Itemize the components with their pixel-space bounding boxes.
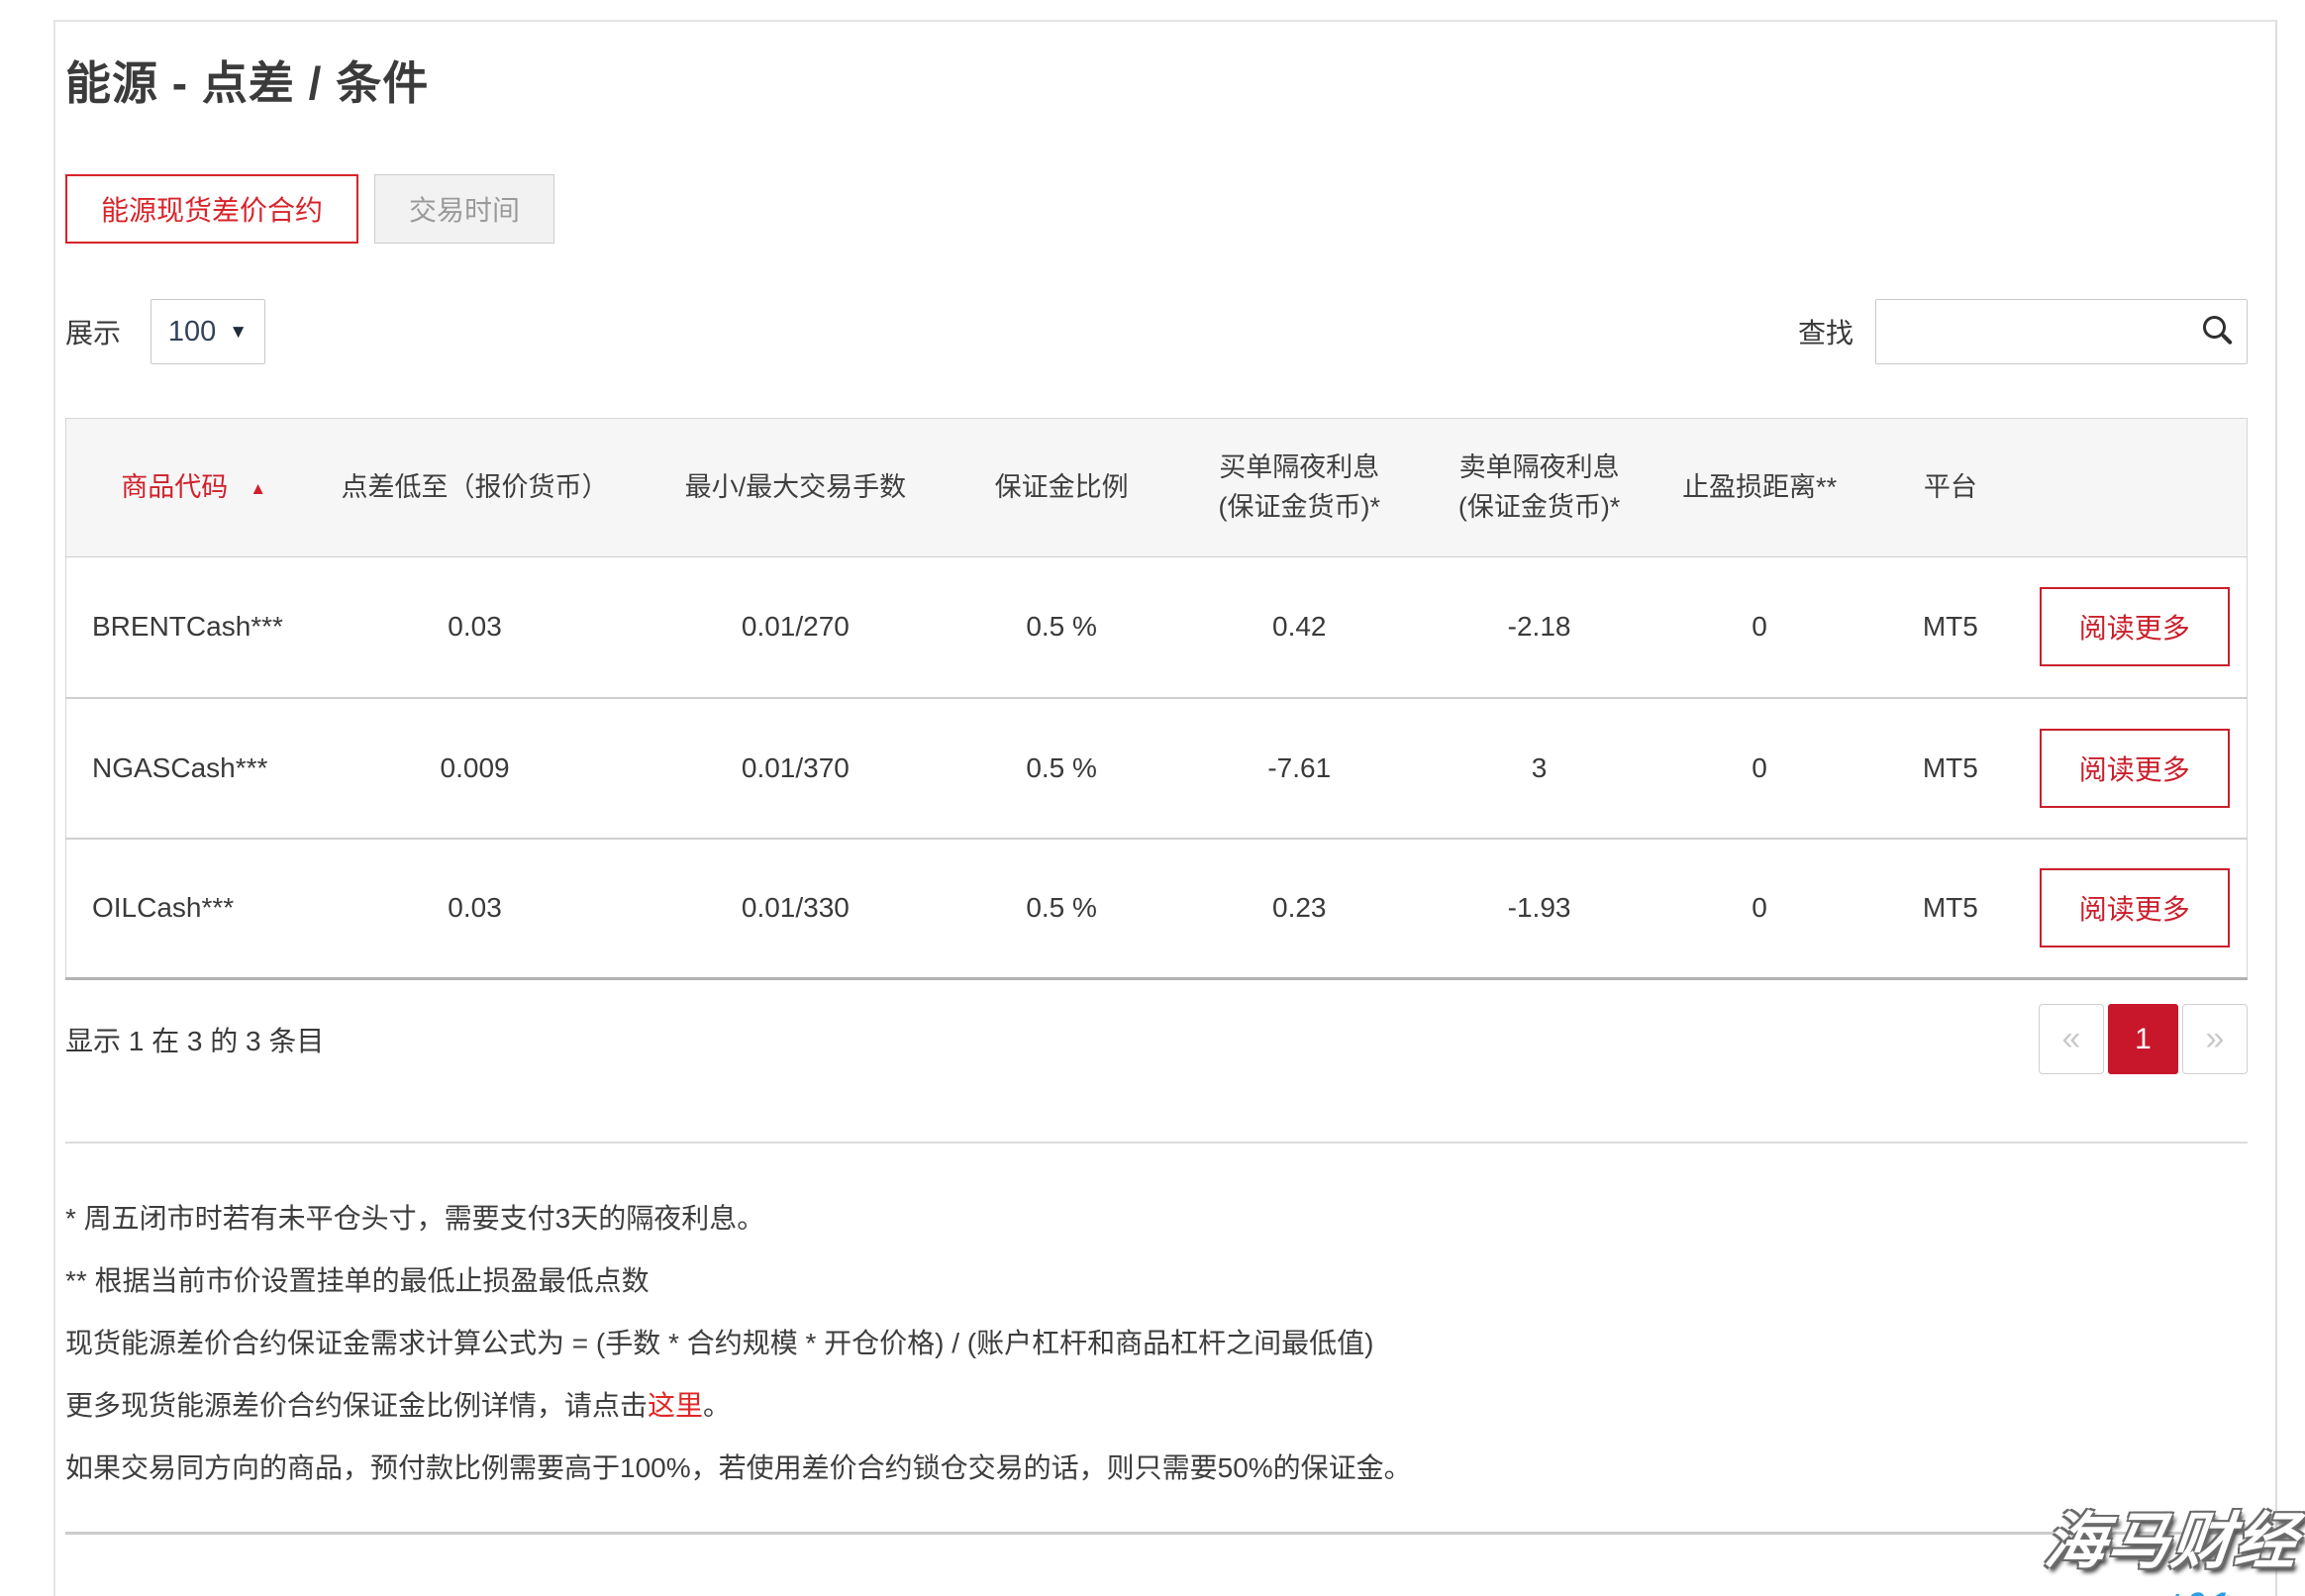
read-more-button[interactable]: 阅读更多 xyxy=(2040,868,2230,948)
bottom-divider xyxy=(65,1532,2248,1535)
search-control: 查找 xyxy=(1798,299,2248,364)
cell-margin: 0.5 % xyxy=(962,698,1160,839)
column-header-symbol[interactable]: 商品代码 ▲ xyxy=(66,419,322,557)
column-header-margin[interactable]: 保证金比例 xyxy=(962,419,1160,557)
footnotes: * 周五闭市时若有未平仓头寸，需要支付3天的隔夜利息。 ** 根据当前市价设置挂… xyxy=(65,1203,2248,1484)
page-title: 能源 - 点差 / 条件 xyxy=(65,48,2248,113)
cell-stop-distance: 0 xyxy=(1641,557,1878,698)
footnote-margin-details-text: 更多现货能源差价合约保证金比例详情，请点击 xyxy=(65,1390,648,1421)
cell-spread: 0.03 xyxy=(321,839,629,979)
column-header-swap-short-label: 卖单隔夜利息 xyxy=(1438,449,1641,487)
cell-spread: 0.009 xyxy=(321,698,629,839)
column-header-stop-distance[interactable]: 止盈损距离** xyxy=(1641,419,1878,557)
search-icon xyxy=(2203,316,2226,339)
footnote-stop-levels: ** 根据当前市价设置挂单的最低止损盈最低点数 xyxy=(65,1265,2248,1297)
read-more-button[interactable]: 阅读更多 xyxy=(2040,587,2230,666)
table-row-brentcash: BRENTCash*** 0.03 0.01/270 0.5 % 0.42 -2… xyxy=(66,557,2248,698)
cell-swap-short: 3 xyxy=(1438,698,1641,839)
column-header-swap-long-label: 买单隔夜利息 xyxy=(1160,449,1438,487)
cell-symbol: NGASCash*** xyxy=(66,698,322,839)
footnote-margin-details-suffix: 。 xyxy=(703,1390,731,1421)
watermark-site-url: zzrt01.cn xyxy=(2042,1586,2299,1596)
show-label: 展示 xyxy=(65,312,121,351)
entries-info: 显示 1 在 3 的 3 条目 xyxy=(65,1020,324,1059)
column-header-swap-long[interactable]: 买单隔夜利息 (保证金货币)* xyxy=(1160,419,1438,557)
pagination-current-page[interactable]: 1 xyxy=(2108,1004,2178,1074)
cell-platform: MT5 xyxy=(1878,698,2022,839)
pagination: « 1 » xyxy=(2039,1004,2248,1074)
pagination-prev-button[interactable]: « xyxy=(2039,1004,2104,1074)
column-header-swap-short[interactable]: 卖单隔夜利息 (保证金货币)* xyxy=(1438,419,1641,557)
here-link[interactable]: 这里 xyxy=(648,1390,703,1421)
main-content: 能源 - 点差 / 条件 能源现货差价合约 交易时间 展示 100 ▼ 查找 xyxy=(65,40,2248,1535)
cell-stop-distance: 0 xyxy=(1641,839,1878,979)
column-header-swap-long-sub: (保证金货币)* xyxy=(1160,488,1438,527)
sort-ascending-icon: ▲ xyxy=(250,477,266,502)
cell-actions: 阅读更多 xyxy=(2023,839,2248,979)
cell-spread: 0.03 xyxy=(321,557,629,698)
cell-symbol: BRENTCash*** xyxy=(66,557,322,698)
table-controls: 展示 100 ▼ 查找 xyxy=(65,299,2248,364)
column-header-lots[interactable]: 最小/最大交易手数 xyxy=(629,419,962,557)
cell-platform: MT5 xyxy=(1878,557,2022,698)
column-header-symbol-label: 商品代码 xyxy=(121,472,228,502)
column-header-spread[interactable]: 点差低至（报价货币） xyxy=(321,419,629,557)
table-footer: 显示 1 在 3 的 3 条目 « 1 » xyxy=(65,1004,2248,1074)
cell-swap-short: -1.93 xyxy=(1438,839,1641,979)
page-length-value: 100 xyxy=(168,316,216,349)
footnote-margin-formula: 现货能源差价合约保证金需求计算公式为 = (手数 * 合约规模 * 开仓价格) … xyxy=(65,1328,2248,1359)
pagination-next-button[interactable]: » xyxy=(2182,1004,2248,1074)
search-field-wrap xyxy=(1875,299,2248,364)
cell-swap-long: -7.61 xyxy=(1160,698,1438,839)
chevron-down-icon: ▼ xyxy=(229,323,248,342)
column-header-actions xyxy=(2023,419,2248,557)
page-length-select[interactable]: 100 ▼ xyxy=(150,299,265,364)
column-header-swap-short-sub: (保证金货币)* xyxy=(1438,488,1641,527)
cell-platform: MT5 xyxy=(1878,839,2022,979)
read-more-button[interactable]: 阅读更多 xyxy=(2040,729,2230,808)
cell-swap-long: 0.42 xyxy=(1160,557,1438,698)
table-row-oilcash: OILCash*** 0.03 0.01/330 0.5 % 0.23 -1.9… xyxy=(66,839,2248,979)
table-row-ngascash: NGASCash*** 0.009 0.01/370 0.5 % -7.61 3… xyxy=(66,698,2248,839)
column-header-platform[interactable]: 平台 xyxy=(1878,419,2022,557)
tab-trading-hours[interactable]: 交易时间 xyxy=(374,174,554,244)
cell-lots: 0.01/370 xyxy=(629,698,962,839)
cell-lots: 0.01/270 xyxy=(629,557,962,698)
footnote-hedged-margin: 如果交易同方向的商品，预付款比例需要高于100%，若使用差价合约锁仓交易的话，则… xyxy=(65,1452,2248,1484)
cell-actions: 阅读更多 xyxy=(2023,698,2248,839)
footnote-swap-3days: * 周五闭市时若有未平仓头寸，需要支付3天的隔夜利息。 xyxy=(65,1203,2248,1235)
instruments-table: 商品代码 ▲ 点差低至（报价货币） 最小/最大交易手数 保证金比例 买单隔夜利息 … xyxy=(65,418,2248,980)
cell-actions: 阅读更多 xyxy=(2023,557,2248,698)
search-label: 查找 xyxy=(1798,312,1854,351)
cell-swap-long: 0.23 xyxy=(1160,839,1438,979)
footnote-margin-details: 更多现货能源差价合约保证金比例详情，请点击这里。 xyxy=(65,1390,2248,1422)
cell-margin: 0.5 % xyxy=(962,839,1160,979)
cell-symbol: OILCash*** xyxy=(66,839,322,979)
table-header-row: 商品代码 ▲ 点差低至（报价货币） 最小/最大交易手数 保证金比例 买单隔夜利息 … xyxy=(66,419,2248,557)
search-input[interactable] xyxy=(1875,299,2248,364)
cell-stop-distance: 0 xyxy=(1641,698,1878,839)
cell-margin: 0.5 % xyxy=(962,557,1160,698)
tab-bar: 能源现货差价合约 交易时间 xyxy=(65,174,2248,244)
cell-swap-short: -2.18 xyxy=(1438,557,1641,698)
page-length-control: 展示 100 ▼ xyxy=(65,299,265,364)
page-root: 能源 - 点差 / 条件 能源现货差价合约 交易时间 展示 100 ▼ 查找 xyxy=(0,0,2305,1596)
section-divider xyxy=(65,1142,2248,1144)
tab-energy-spot-cfd[interactable]: 能源现货差价合约 xyxy=(65,174,358,244)
cell-lots: 0.01/330 xyxy=(629,839,962,979)
